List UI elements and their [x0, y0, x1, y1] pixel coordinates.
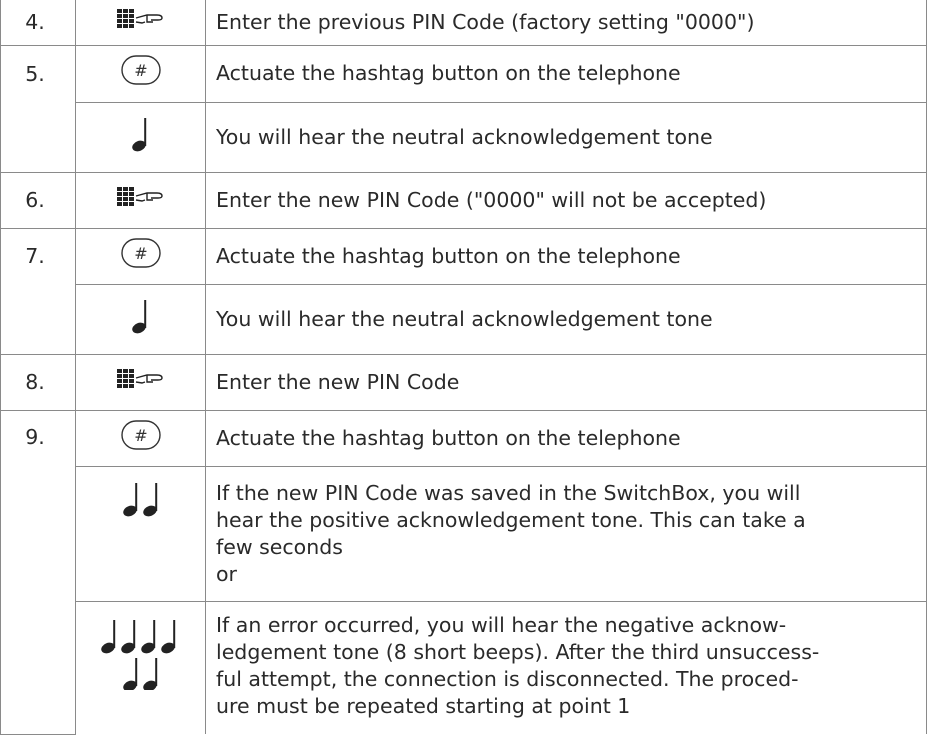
step-number: 9. [0, 409, 76, 735]
symbol-cell [75, 171, 206, 229]
six-tones-icon [100, 618, 181, 697]
step-text: Actuate the hashtag button on the teleph… [205, 44, 927, 103]
text-line: hear the positive acknowledgement tone. … [216, 507, 806, 532]
symbol-cell [75, 465, 206, 602]
step-number: 7. [0, 227, 76, 355]
text-line: ure must be repeated starting at point 1 [216, 693, 631, 718]
step-row: 4. Enter the previous PIN Code (factory … [0, 0, 927, 46]
symbol-cell: # [75, 409, 206, 467]
symbol-cell [75, 101, 206, 173]
step-row: 6. Enter the new PIN Code ("0000" will n… [0, 171, 927, 229]
step-row: 5. # Actuate the hashtag button on the t… [0, 44, 927, 173]
keypad-icon [116, 186, 165, 214]
text-line: If an error occurred, you will hear the … [216, 612, 787, 637]
step-row: If the new PIN Code was saved in the Swi… [1, 465, 927, 602]
step-number: 6. [0, 171, 76, 229]
svg-text:#: # [134, 426, 147, 445]
step-number: 5. [0, 44, 76, 173]
symbol-cell [75, 0, 206, 46]
hash-button-icon: # [120, 419, 161, 457]
svg-text:#: # [134, 61, 147, 80]
hash-button-icon: # [120, 237, 161, 275]
step-text: You will hear the neutral acknowledgemen… [205, 101, 927, 173]
step-text: If the new PIN Code was saved in the Swi… [205, 465, 927, 602]
svg-text:#: # [134, 244, 147, 263]
step-text: Enter the new PIN Code [205, 353, 927, 411]
keypad-icon [116, 9, 165, 36]
one-tone-icon [131, 298, 150, 341]
symbol-cell [75, 353, 206, 411]
keypad-icon [116, 368, 165, 396]
symbol-cell [75, 600, 206, 734]
step-text: If an error occurred, you will hear the … [205, 600, 927, 734]
text-line: or [216, 561, 237, 586]
symbol-cell: # [75, 44, 206, 103]
symbol-cell: # [75, 227, 206, 285]
one-tone-icon [131, 116, 150, 159]
two-tones-icon [121, 481, 161, 524]
step-text: Enter the previous PIN Code (factory set… [205, 0, 927, 46]
step-number: 4. [0, 0, 76, 46]
step-row: You will hear the neutral acknowledgemen… [1, 101, 927, 173]
step-row: 8. Enter the new PIN Code [0, 353, 927, 411]
step-row: You will hear the neutral acknowledgemen… [1, 283, 927, 355]
text-line: ledgement tone (8 short beeps). After th… [216, 639, 820, 664]
text-line: If the new PIN Code was saved in the Swi… [216, 480, 801, 505]
step-number: 8. [0, 353, 76, 411]
step-text: You will hear the neutral acknowledgemen… [205, 283, 927, 355]
text-line: ful attempt, the connection is disconnec… [216, 666, 799, 691]
step-text: Actuate the hashtag button on the teleph… [205, 409, 927, 467]
instruction-steps-table: 4. Enter the previous PIN Code (factory … [0, 0, 927, 735]
step-text: Enter the new PIN Code ("0000" will not … [205, 171, 927, 229]
step-text: Actuate the hashtag button on the teleph… [205, 227, 927, 285]
hash-button-icon: # [120, 55, 161, 92]
step-row: If an error occurred, you will hear the … [1, 600, 927, 734]
symbol-cell [75, 283, 206, 355]
step-row: 9. # Actuate the hashtag button on the t… [0, 409, 927, 735]
text-line: few seconds [216, 534, 343, 559]
step-row: 7. # Actuate the hashtag button on the t… [0, 227, 927, 355]
